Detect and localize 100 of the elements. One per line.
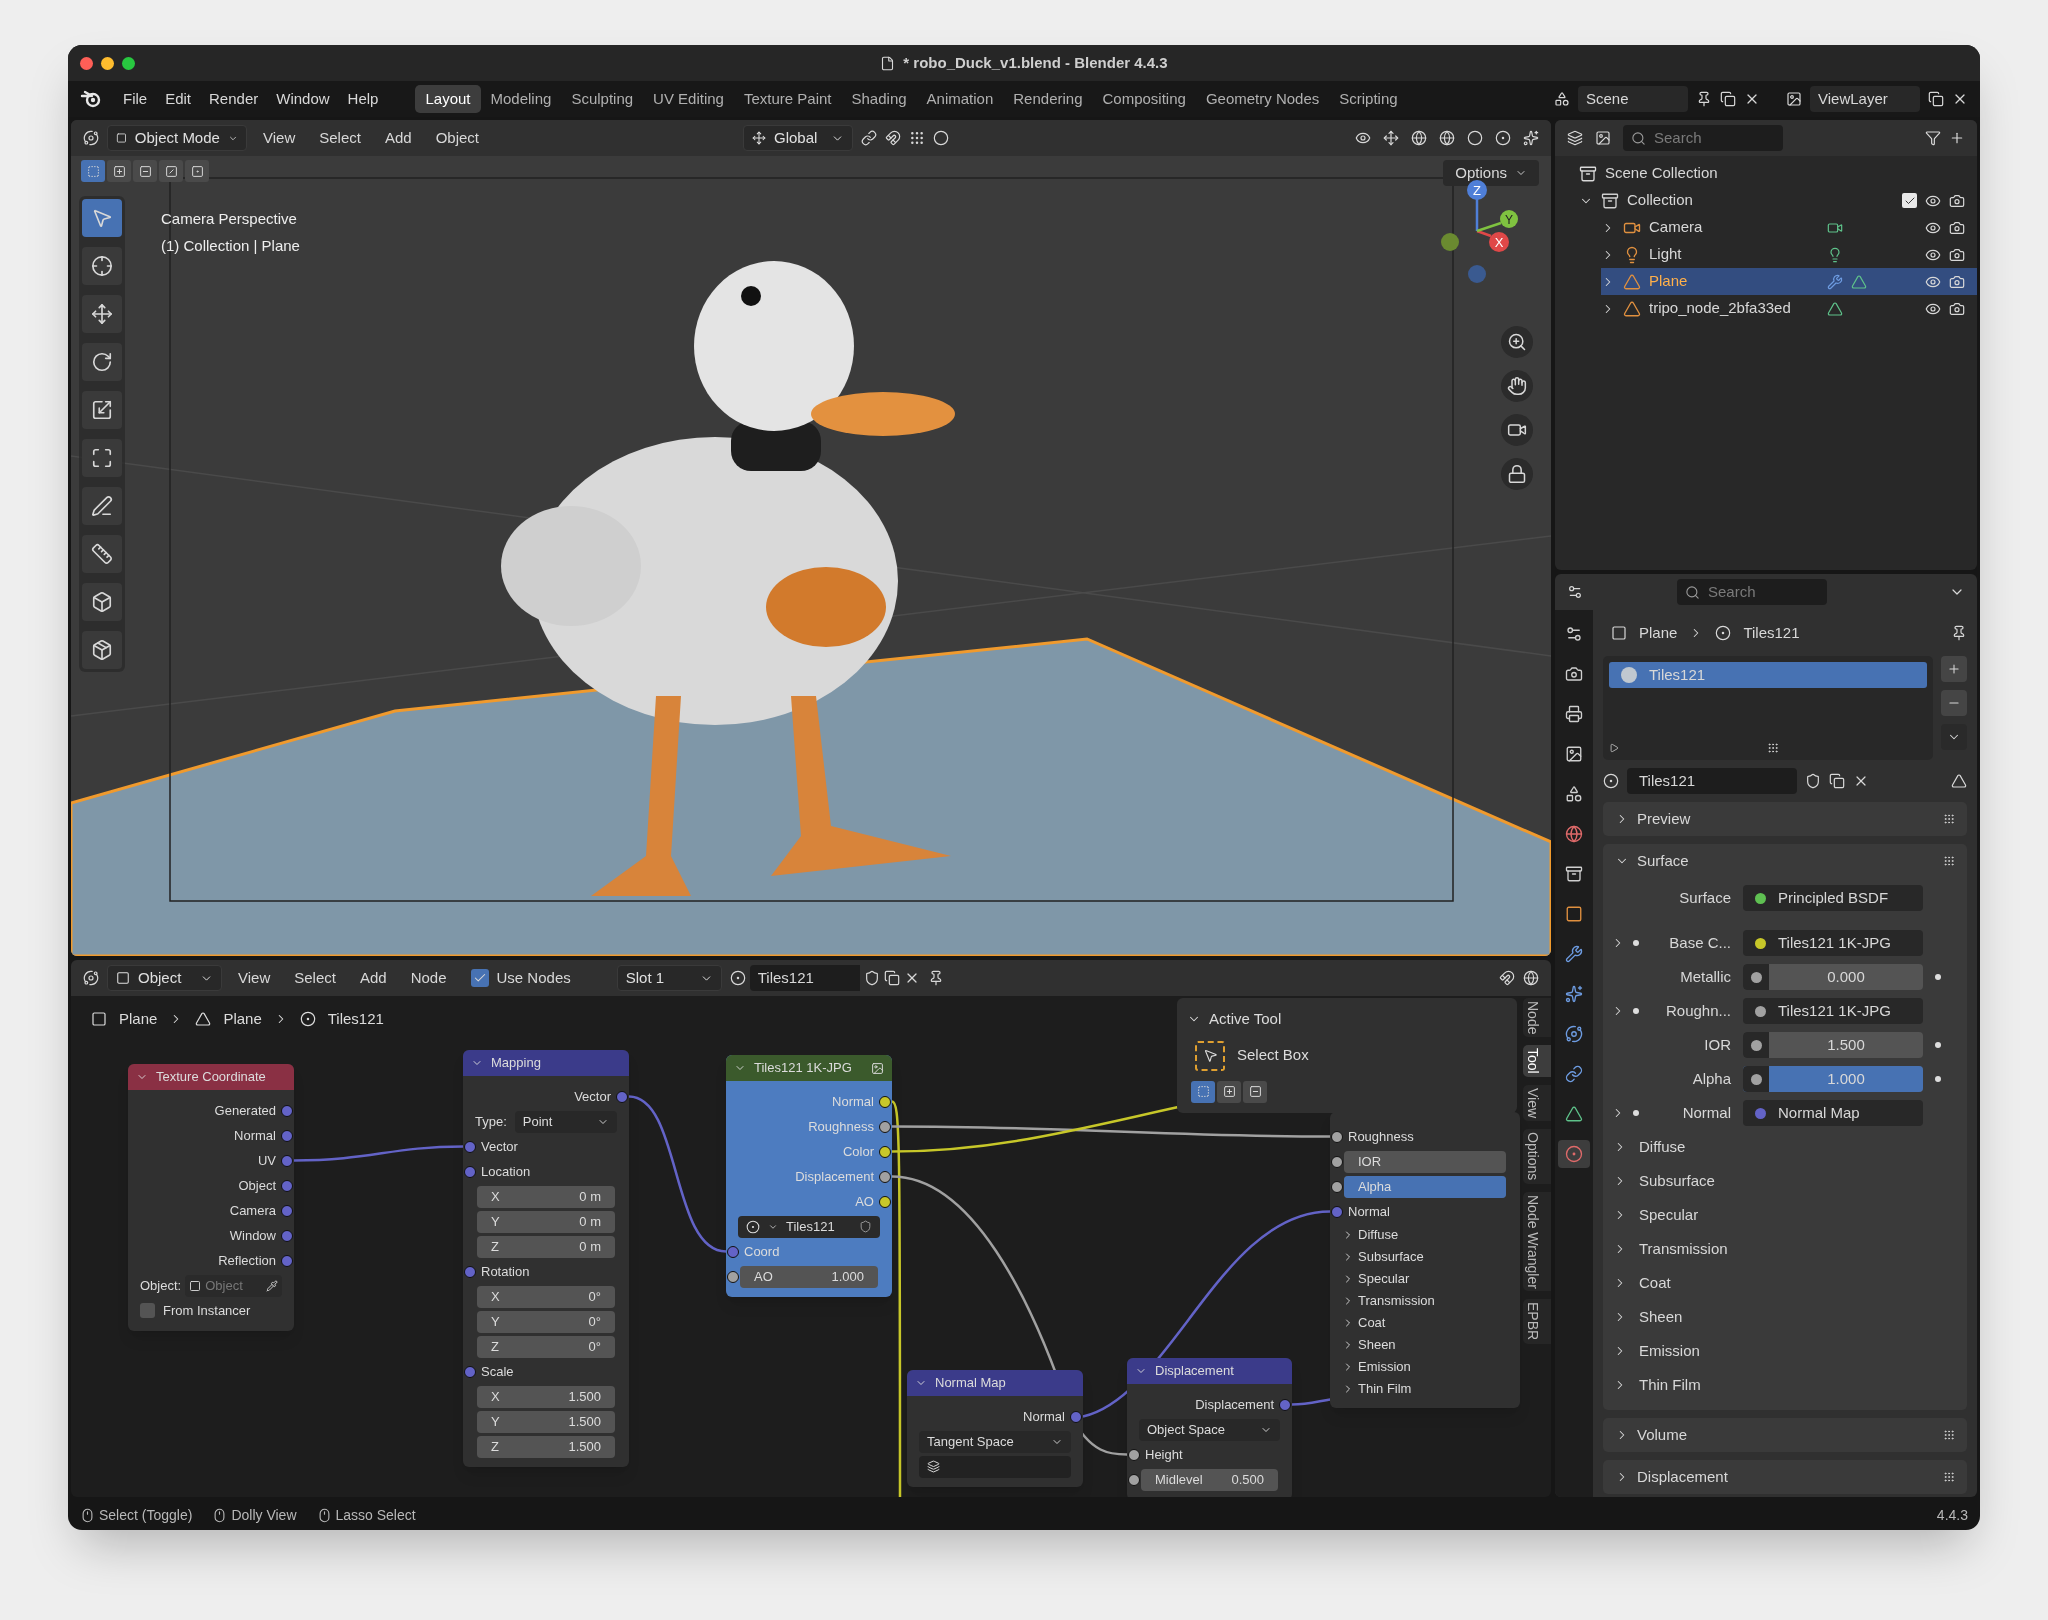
panel-title[interactable]: Displacement xyxy=(1637,1465,1728,1489)
socket-label: Color xyxy=(842,1142,874,1161)
view-layer-field[interactable]: ViewLayer xyxy=(1810,86,1920,112)
status-hint: Select (Toggle) xyxy=(99,1505,193,1525)
shader-dropdown[interactable]: Principled BSDF xyxy=(1743,885,1923,911)
workspace-tab[interactable]: Layout xyxy=(415,85,481,113)
menu-item[interactable]: Edit xyxy=(156,87,201,111)
linked-socket-field[interactable]: Tiles121 1K-JPG xyxy=(1743,930,1923,956)
menu-item[interactable]: Add xyxy=(351,966,395,990)
workspace-tab[interactable]: Geometry Nodes xyxy=(1195,85,1330,113)
node-title: Mapping xyxy=(491,1054,542,1073)
menu-item[interactable]: Add xyxy=(376,126,420,150)
orientation-dropdown[interactable]: Global xyxy=(743,125,853,151)
workspace-tab[interactable]: Texture Paint xyxy=(733,85,842,113)
mode-dropdown[interactable]: Object Mode xyxy=(107,125,247,151)
number-field[interactable]: Y 1.500 xyxy=(477,1410,615,1433)
workspace-tab[interactable]: Scripting xyxy=(1329,85,1408,113)
number-field[interactable]: AO 1.000 xyxy=(740,1265,878,1288)
subpanel-title[interactable]: Emission xyxy=(1639,1339,1700,1363)
version-label: 4.4.3 xyxy=(1936,1505,1968,1525)
outliner-row[interactable]: Camera xyxy=(1601,214,1977,241)
number-field[interactable]: Z 1.500 xyxy=(477,1435,615,1458)
breadcrumb-item[interactable]: Tiles121 xyxy=(327,1008,384,1031)
outliner-row[interactable]: Collection xyxy=(1579,187,1977,214)
outliner-row[interactable]: Plane xyxy=(1601,268,1977,295)
menu-item[interactable]: View xyxy=(230,966,279,990)
subpanel-title[interactable]: Specular xyxy=(1639,1203,1699,1227)
number-field[interactable]: Z 0° xyxy=(477,1335,615,1358)
sidebar-tab[interactable]: Options xyxy=(1523,1129,1551,1184)
image-selector[interactable]: Tiles121 xyxy=(738,1215,880,1238)
menu-item[interactable]: View xyxy=(255,126,304,150)
number-field[interactable]: 0.000 xyxy=(1743,964,1923,990)
subpanel-title[interactable]: Sheen xyxy=(1639,1305,1683,1329)
mode-dropdown[interactable]: Object xyxy=(107,965,222,991)
number-field[interactable]: IOR xyxy=(1344,1150,1506,1173)
workspace-tab[interactable]: Sculpting xyxy=(561,85,644,113)
socket-label: AO xyxy=(855,1192,874,1211)
socket-label: Scale xyxy=(481,1362,514,1381)
panel-title[interactable]: Volume xyxy=(1637,1423,1688,1447)
menu-item[interactable]: Node xyxy=(402,966,455,990)
socket-label: Coord xyxy=(744,1242,780,1261)
sidebar-tab[interactable]: Node xyxy=(1523,998,1551,1038)
socket-label: Roughness xyxy=(1348,1127,1414,1146)
slot-dropdown[interactable]: Slot 1 xyxy=(616,965,722,991)
options-button[interactable]: Options xyxy=(1443,160,1539,186)
outliner-row[interactable]: tripo_node_2bfa33ed xyxy=(1601,295,1977,322)
workspace-tab[interactable]: Compositing xyxy=(1092,85,1196,113)
subpanel-title[interactable]: Thin Film xyxy=(1639,1373,1701,1397)
sidebar-tab[interactable]: Tool xyxy=(1523,1045,1551,1078)
breadcrumb-item[interactable]: Plane xyxy=(223,1008,262,1031)
menu-item[interactable]: Render xyxy=(200,87,268,111)
outliner-label: Light xyxy=(1649,244,1683,265)
number-field[interactable]: Y 0 m xyxy=(477,1210,615,1233)
socket-label: Displacement xyxy=(795,1167,874,1186)
workspace-tab[interactable]: Animation xyxy=(916,85,1004,113)
linked-socket-field[interactable]: Tiles121 1K-JPG xyxy=(1743,998,1923,1024)
search-field[interactable]: Search xyxy=(1677,579,1827,605)
material-name-field[interactable]: Tiles121 xyxy=(749,965,860,991)
panel-title[interactable]: Preview xyxy=(1637,807,1691,831)
number-field[interactable]: 1.500 xyxy=(1743,1032,1923,1058)
number-field[interactable]: Alpha xyxy=(1344,1175,1506,1198)
menu-item[interactable]: Select xyxy=(311,126,369,150)
sidebar-tab[interactable]: View xyxy=(1523,1085,1551,1122)
menu-item[interactable]: Object xyxy=(427,126,487,150)
workspace-tab[interactable]: Rendering xyxy=(1003,85,1093,113)
dropdown[interactable]: Point xyxy=(514,1110,617,1133)
number-field[interactable]: X 0° xyxy=(477,1285,615,1308)
axis-handle[interactable]: Z xyxy=(1467,180,1487,231)
number-field[interactable]: Y 0° xyxy=(477,1310,615,1333)
menu-item[interactable]: Help xyxy=(338,87,388,111)
menu-item[interactable]: Window xyxy=(267,87,339,111)
material-name-field[interactable]: Tiles121 xyxy=(1627,768,1797,794)
number-field[interactable]: Z 0 m xyxy=(477,1235,615,1258)
scene-field[interactable]: Scene xyxy=(1578,86,1688,112)
breadcrumb-item[interactable]: Plane xyxy=(119,1008,158,1031)
dropdown[interactable]: Object Space xyxy=(1139,1418,1280,1441)
number-field[interactable]: X 0 m xyxy=(477,1185,615,1208)
sidebar-tab[interactable]: Node Wrangler xyxy=(1523,1191,1551,1292)
search-field[interactable]: Search xyxy=(1623,125,1783,151)
panel-title[interactable]: Surface xyxy=(1637,849,1689,873)
breadcrumb-item: Plane xyxy=(1639,622,1678,643)
menu-item[interactable]: File xyxy=(114,87,157,111)
sidebar-tab[interactable]: EPBR xyxy=(1523,1299,1551,1344)
linked-socket-field[interactable]: Normal Map xyxy=(1743,1100,1923,1126)
panel-label: Transmission xyxy=(1358,1292,1435,1311)
number-field[interactable]: Midlevel 0.500 xyxy=(1141,1468,1278,1491)
number-field[interactable]: X 1.500 xyxy=(477,1385,615,1408)
menu-item[interactable]: Select xyxy=(286,966,344,990)
workspace-tab[interactable]: UV Editing xyxy=(643,85,734,113)
status-hint: Dolly View xyxy=(231,1505,297,1525)
subpanel-title[interactable]: Coat xyxy=(1639,1271,1671,1295)
subpanel-title[interactable]: Diffuse xyxy=(1639,1135,1686,1159)
workspace-tab[interactable]: Shading xyxy=(841,85,917,113)
subpanel-title[interactable]: Transmission xyxy=(1639,1237,1728,1261)
workspace-tab[interactable]: Modeling xyxy=(480,85,562,113)
subpanel-title[interactable]: Subsurface xyxy=(1639,1169,1715,1193)
axis-handle[interactable]: Y xyxy=(1476,210,1518,233)
dropdown[interactable]: Tangent Space xyxy=(919,1430,1071,1453)
outliner-label: Plane xyxy=(1649,271,1689,292)
outliner-row[interactable]: Light xyxy=(1601,241,1977,268)
